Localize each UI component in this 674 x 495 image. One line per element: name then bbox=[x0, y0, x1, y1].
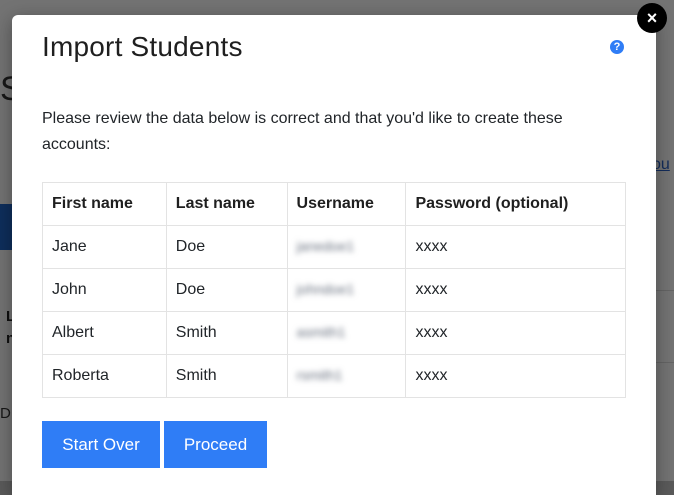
first-name-cell: Jane bbox=[42, 225, 167, 269]
intro-text: Please review the data below is correct … bbox=[42, 110, 563, 153]
students-table: First name Last name Username Password (… bbox=[42, 182, 626, 398]
table-row: Roberta Smith rsmith1 xxxx bbox=[42, 354, 626, 398]
password-cell: xxxx bbox=[405, 311, 626, 355]
table-header-row: First name Last name Username Password (… bbox=[42, 182, 626, 226]
column-header-last-name: Last name bbox=[165, 182, 288, 226]
password-cell: xxxx bbox=[405, 354, 626, 398]
password-cell: xxxx bbox=[405, 268, 626, 312]
username-value: janedoe1 bbox=[296, 238, 355, 254]
table-row: Jane Doe janedoe1 xxxx bbox=[42, 225, 626, 269]
last-name-cell: Smith bbox=[165, 311, 288, 355]
proceed-button[interactable]: Proceed bbox=[164, 421, 267, 468]
column-header-first-name: First name bbox=[42, 182, 167, 226]
username-cell: rsmith1 bbox=[286, 354, 407, 398]
first-name-cell: John bbox=[42, 268, 167, 312]
help-icon[interactable]: ? bbox=[610, 40, 624, 54]
start-over-button[interactable]: Start Over bbox=[42, 421, 160, 468]
table-row: John Doe johndoe1 xxxx bbox=[42, 268, 626, 312]
column-header-password: Password (optional) bbox=[405, 182, 626, 226]
close-icon[interactable]: × bbox=[637, 3, 667, 33]
last-name-cell: Doe bbox=[165, 225, 288, 269]
first-name-cell: Albert bbox=[42, 311, 167, 355]
column-header-username: Username bbox=[286, 182, 407, 226]
import-students-modal: Import Students ? Please review the data… bbox=[12, 15, 656, 495]
modal-title: Import Students bbox=[42, 31, 243, 62]
last-name-cell: Doe bbox=[165, 268, 288, 312]
username-cell: asmith1 bbox=[286, 311, 407, 355]
username-cell: johndoe1 bbox=[286, 268, 407, 312]
username-value: johndoe1 bbox=[296, 281, 355, 297]
username-value: asmith1 bbox=[296, 324, 346, 340]
username-value: rsmith1 bbox=[296, 367, 343, 383]
last-name-cell: Smith bbox=[165, 354, 288, 398]
username-cell: janedoe1 bbox=[286, 225, 407, 269]
table-row: Albert Smith asmith1 xxxx bbox=[42, 311, 626, 355]
first-name-cell: Roberta bbox=[42, 354, 167, 398]
password-cell: xxxx bbox=[405, 225, 626, 269]
